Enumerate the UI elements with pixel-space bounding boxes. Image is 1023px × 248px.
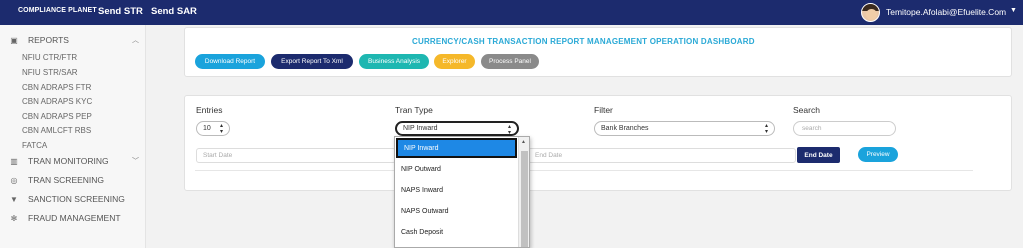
dropdown-scrollbar[interactable]: ▲ [518,137,529,247]
sidebar-subitem-adraps-ftr[interactable]: CBN ADRAPS FTR [22,83,91,92]
sidebar-subitem-nfiu-str[interactable]: NFIU STR/SAR [22,68,78,77]
entries-select[interactable]: 10 ▴ ▾ [196,121,230,136]
process-panel-button[interactable]: Process Panel [481,54,539,69]
cog-icon: ✻ [10,213,18,223]
filter-select[interactable]: Bank Branches ▴ ▾ [594,121,775,136]
nav-send-str[interactable]: Send STR [98,6,143,17]
scrollbar-thumb[interactable] [521,151,528,247]
sidebar-subitem-fatca[interactable]: FATCA [22,141,47,150]
end-date-field[interactable]: End Date [528,148,796,163]
entries-value: 10 [203,125,211,132]
dropdown-option[interactable]: NAPS Inward [395,180,517,200]
bar-chart-icon: ▥ [10,156,18,166]
updown-arrow-icon: ▴ ▾ [507,124,511,136]
dropdown-option[interactable]: NAPS Outward [395,201,517,221]
sidebar-item-tran-screening[interactable]: ◎ TRAN SCREENING [8,175,105,185]
screening-icon: ◎ [10,175,18,185]
filter-value: Bank Branches [601,125,649,132]
sidebar-subitem-nfiu-ctr[interactable]: NFIU CTR/FTR [22,53,77,62]
start-date-field[interactable]: Start Date [196,148,396,163]
search-label: Search [793,105,820,115]
chevron-up-icon[interactable]: ︿ [132,35,139,45]
export-xml-button[interactable]: Export Report To Xml [271,54,353,69]
updown-arrow-icon: ▴ ▾ [219,123,223,135]
dropdown-option[interactable]: NIP Outward [395,159,517,179]
sidebar-item-sanction-screening[interactable]: ▼ SANCTION SCREENING [8,194,125,204]
dropdown-option-selected[interactable]: NIP Inward [396,138,517,158]
updown-arrow-icon: ▴ ▾ [764,123,768,135]
top-navbar: COMPLIANCE PLANET Send STR Send SAR Temi… [0,0,1023,25]
search-input[interactable]: search [793,121,896,136]
sidebar-item-label: TRAN SCREENING [28,175,105,185]
tran-type-value: NIP Inward [403,125,438,132]
sidebar-item-label: FRAUD MANAGEMENT [28,213,121,223]
business-analysis-button[interactable]: Business Analysis [359,54,429,69]
entries-label: Entries [196,105,223,115]
sidebar-item-label: SANCTION SCREENING [28,194,125,204]
dashboard-header-panel: CURRENCY/CASH TRANSACTION REPORT MANAGEM… [184,27,1012,77]
nav-send-sar[interactable]: Send SAR [151,6,197,17]
download-report-button[interactable]: Download Report [195,54,265,69]
scroll-up-icon[interactable]: ▲ [521,139,526,145]
sidebar: ▣ REPORTS ︿ NFIU CTR/FTR NFIU STR/SAR CB… [0,25,146,248]
filter-label: Filter [594,105,613,115]
tran-type-select[interactable]: NIP Inward ▴ ▾ [395,121,519,136]
chevron-down-icon[interactable]: ﹀ [132,156,139,166]
tran-type-dropdown-list[interactable]: NIP Inward NIP Outward NAPS Inward NAPS … [394,136,530,248]
user-email[interactable]: Temitope.Afolabi@Efuelite.Com [886,7,1006,17]
filter-icon: ▼ [10,194,18,204]
filter-panel: Entries Tran Type Filter Search 10 ▴ ▾ NI… [184,95,1012,191]
tran-type-label: Tran Type [395,105,433,115]
page-title: CURRENCY/CASH TRANSACTION REPORT MANAGEM… [412,37,755,46]
sidebar-subitem-adraps-kyc[interactable]: CBN ADRAPS KYC [22,97,92,106]
sidebar-item-label: TRAN MONITORING [28,156,109,166]
sidebar-subitem-amlcft-rbs[interactable]: CBN AMLCFT RBS [22,126,91,135]
dropdown-option[interactable]: Cash Deposit [395,222,517,242]
caret-down-icon[interactable]: ▼ [1010,7,1017,14]
divider [195,170,973,171]
sidebar-item-fraud-management[interactable]: ✻ FRAUD MANAGEMENT [8,213,121,223]
preview-button[interactable]: Preview [858,147,898,162]
brand-logo[interactable]: COMPLIANCE PLANET [18,7,97,14]
sidebar-item-tran-monitoring[interactable]: ▥ TRAN MONITORING ﹀ [8,156,139,166]
explorer-button[interactable]: Explorer [434,54,475,69]
briefcase-icon: ▣ [10,35,18,45]
sidebar-item-reports[interactable]: ▣ REPORTS ︿ [8,35,139,45]
sidebar-subitem-adraps-pep[interactable]: CBN ADRAPS PEP [22,112,92,121]
sidebar-item-label: REPORTS [28,35,69,45]
avatar[interactable] [861,3,880,22]
end-date-button[interactable]: End Date [797,147,840,163]
